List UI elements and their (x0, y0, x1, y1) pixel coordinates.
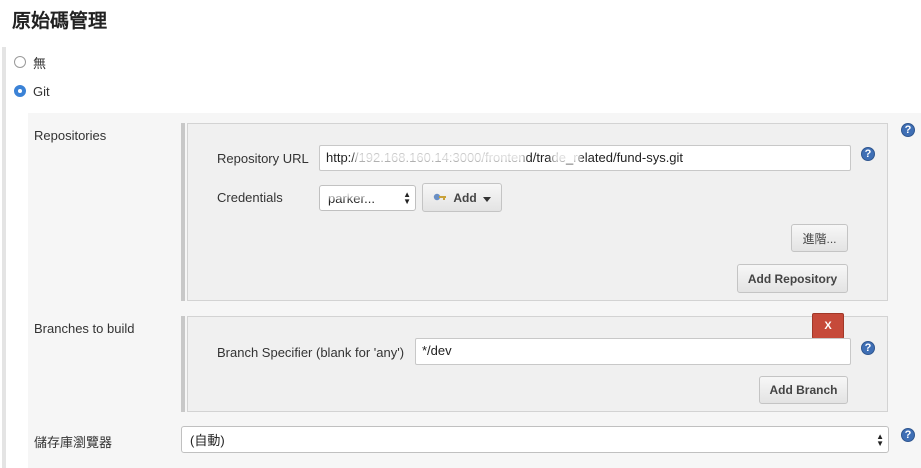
scm-option-none-label: 無 (33, 55, 47, 71)
delete-branch-button[interactable]: X (812, 313, 844, 339)
repository-url-label: Repository URL (217, 151, 309, 166)
branches-panel-edge (181, 316, 185, 412)
repositories-label: Repositories (34, 128, 107, 143)
page-title: 原始碼管理 (12, 11, 108, 32)
add-branch-button[interactable]: Add Branch (759, 376, 848, 404)
add-credentials-button[interactable]: Add (422, 183, 502, 212)
redaction-blur (324, 189, 402, 198)
repositories-panel-edge (181, 123, 185, 301)
branches-label: Branches to build (34, 321, 135, 336)
radio-none[interactable] (14, 56, 26, 68)
radio-git[interactable] (14, 85, 26, 97)
add-credentials-label: Add (453, 190, 477, 205)
section-left-bar (2, 47, 6, 468)
help-icon[interactable]: ? (901, 428, 915, 442)
credentials-label: Credentials (217, 190, 283, 205)
scm-option-git-label: Git (33, 83, 50, 99)
redaction-blur (355, 151, 525, 163)
redaction-blur (552, 151, 580, 163)
help-icon[interactable]: ? (861, 147, 875, 161)
advanced-button[interactable]: 進階... (791, 224, 848, 252)
add-repository-button[interactable]: Add Repository (737, 264, 848, 293)
select-arrows-icon: ▲ ▼ (403, 190, 411, 206)
repository-browser-value: (自動) (190, 433, 225, 448)
help-icon[interactable]: ? (861, 341, 875, 355)
scm-option-none[interactable]: 無 (14, 53, 46, 71)
branch-specifier-label: Branch Specifier (blank for 'any') (217, 345, 405, 360)
branch-specifier-input[interactable]: */dev (415, 338, 851, 365)
repository-browser-select[interactable]: (自動) ▲ ▼ (181, 426, 889, 453)
select-arrows-icon: ▲ ▼ (876, 431, 884, 448)
repository-browser-label: 儲存庫瀏覽器 (34, 435, 113, 450)
scm-option-git[interactable]: Git (14, 82, 50, 100)
help-icon[interactable]: ? (901, 123, 915, 137)
chevron-down-icon (482, 191, 491, 205)
key-icon (433, 191, 447, 205)
